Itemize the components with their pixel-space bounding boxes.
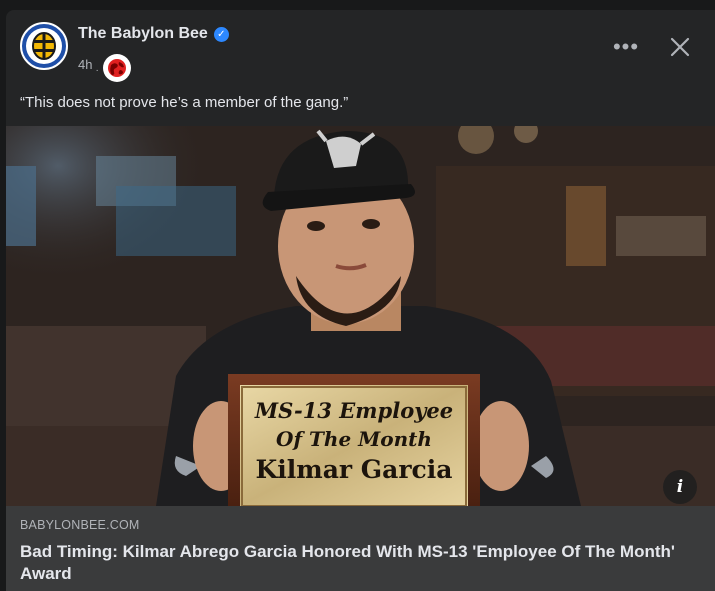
link-domain: BABYLONBEE.COM	[20, 518, 140, 532]
link-preview[interactable]: BABYLONBEE.COM Bad Timing: Kilmar Abrego…	[6, 506, 715, 591]
post-card: The Babylon Bee ✓ 4h · ••• “This does no…	[6, 10, 715, 591]
post-image[interactable]: MS-13 Employee Of The Month Kilmar Garci…	[6, 126, 715, 506]
plaque-line-1: MS-13 Employee	[254, 398, 453, 423]
post-caption: “This does not prove he’s a member of th…	[20, 94, 349, 111]
post-timestamp[interactable]: 4h	[78, 57, 92, 72]
post-photo-illustration: MS-13 Employee Of The Month Kilmar Garci…	[6, 126, 715, 506]
separator-dot: ·	[95, 64, 99, 76]
babylon-bee-logo-icon	[26, 28, 62, 64]
page-avatar[interactable]	[20, 22, 68, 70]
post-meta: 4h ·	[78, 50, 131, 82]
page-name[interactable]: The Babylon Bee	[78, 25, 208, 43]
page-name-row: The Babylon Bee ✓	[78, 25, 229, 43]
globe-icon[interactable]	[102, 54, 131, 82]
plaque-line-2: Of The Month	[276, 427, 432, 451]
info-icon[interactable]: i	[663, 470, 697, 504]
close-icon[interactable]	[667, 34, 693, 60]
more-options-icon[interactable]: •••	[611, 34, 641, 59]
post-header: The Babylon Bee ✓ 4h · •••	[6, 10, 715, 90]
link-headline[interactable]: Bad Timing: Kilmar Abrego Garcia Honored…	[20, 541, 680, 585]
verified-badge-icon: ✓	[213, 26, 229, 42]
plaque-line-3: Kilmar Garcia	[256, 455, 453, 484]
